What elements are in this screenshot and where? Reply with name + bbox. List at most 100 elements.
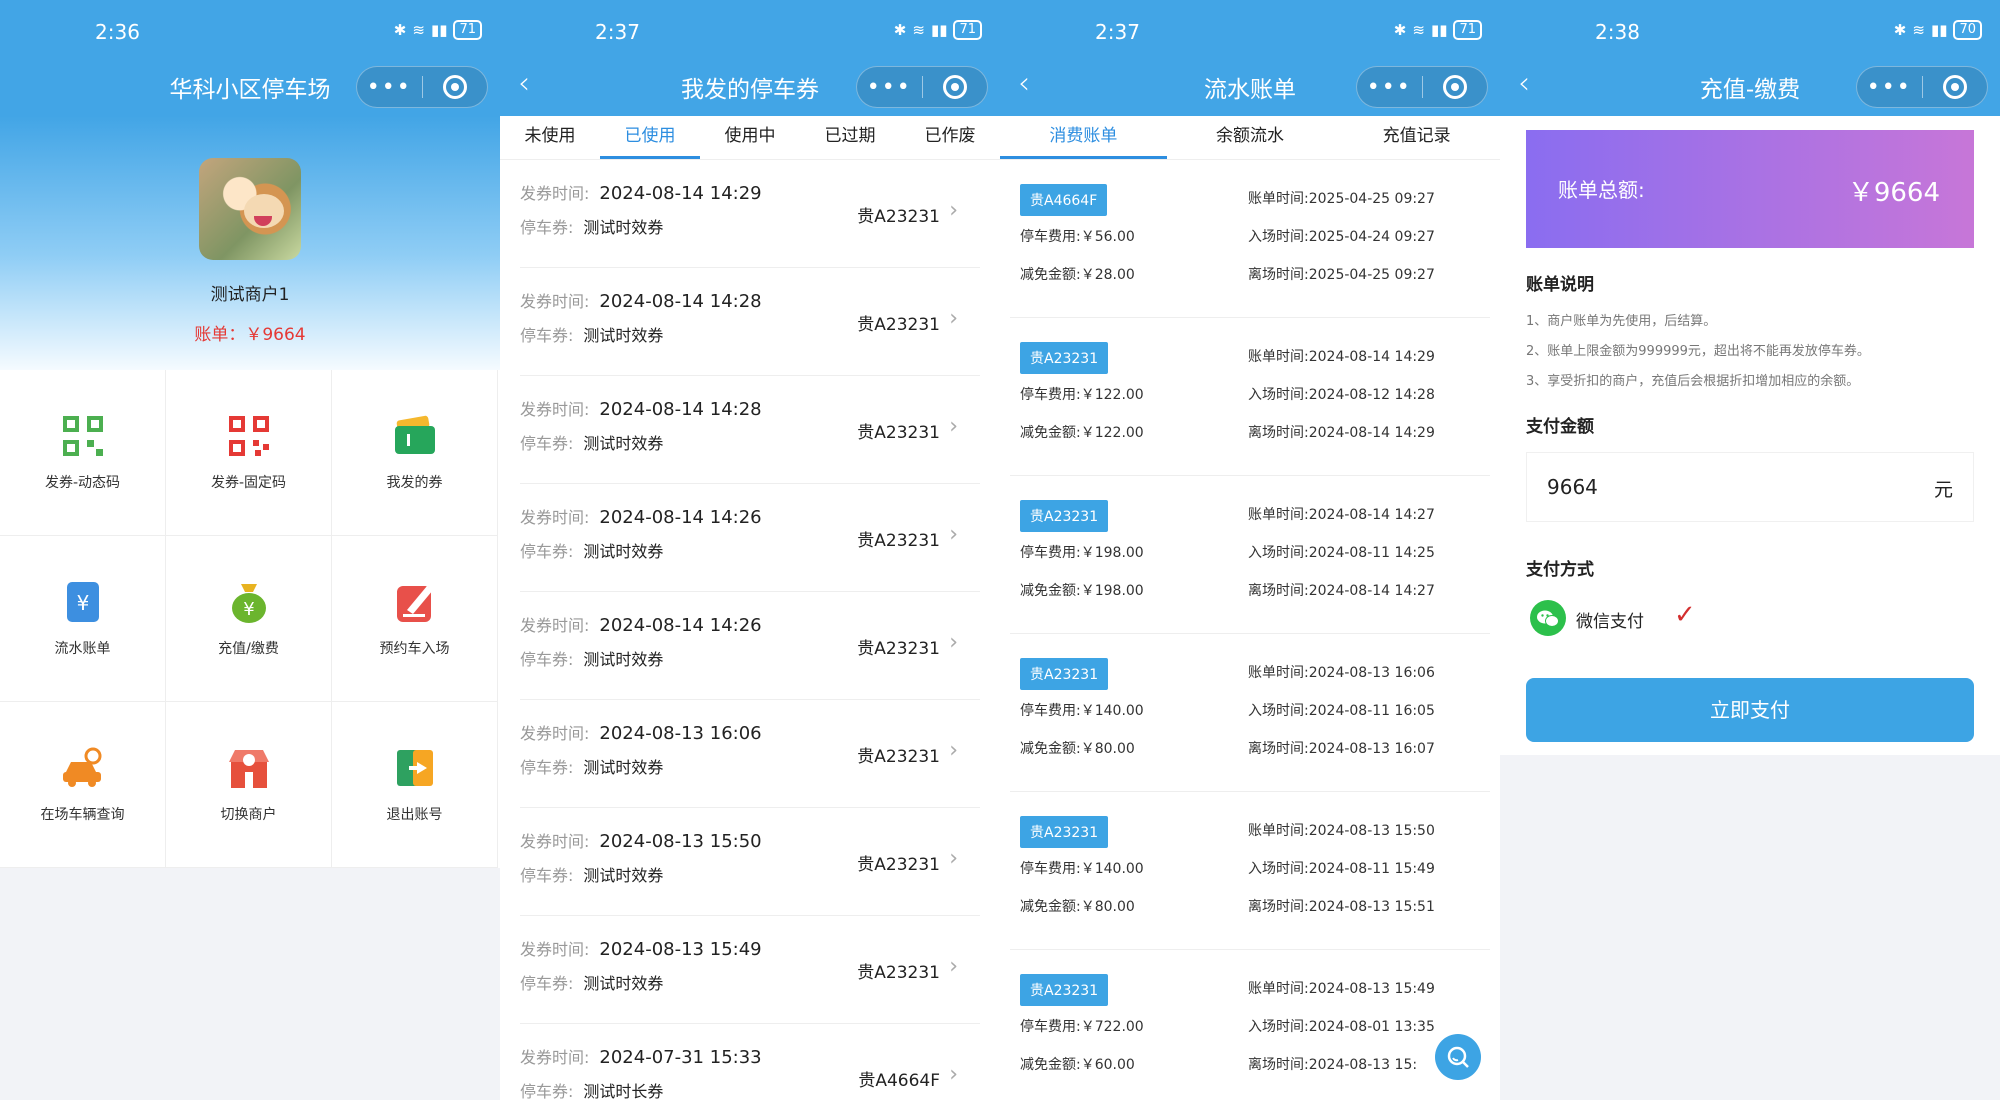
bill-total-card: 账单总额: ￥9664 [1526, 130, 1974, 248]
chevron-right-icon: › [949, 198, 958, 223]
ledger-row[interactable]: 贵A23231 停车费用:￥198.00 减免金额:￥198.00 账单时间:2024… [1010, 476, 1490, 634]
vouchers-screen: 2:37 ✱ ≋ ▮▮ 71 ‹ 我发的停车券 ••• 未使用 已使用 使用中 已过期 已作废… [500, 0, 1000, 1100]
fee-value: ￥722.00 [1080, 1019, 1144, 1035]
menu-item-money-bag[interactable]: ¥ 充值/缴费 [166, 536, 332, 702]
ledger-discount: 减免金额:￥80.00 [1020, 738, 1135, 758]
menu-item-bill[interactable]: ¥ 流水账单 [0, 536, 166, 702]
list-item[interactable]: 发券时间: 2024-08-13 16:06 停车券: 测试时效券 贵A23231 › [520, 700, 980, 808]
issue-time: 发券时间: 2024-08-14 14:28 [520, 288, 762, 312]
out-time-value: 2024-08-13 15: [1308, 1057, 1418, 1073]
bill-label: 账单： [194, 325, 246, 345]
tab-1[interactable]: 余额流水 [1167, 116, 1334, 159]
method-title: 支付方式 [1526, 560, 1594, 580]
out-time-label: 离场时间: [1248, 583, 1309, 599]
total-value: ￥9664 [1847, 178, 1940, 208]
mini-program-capsule[interactable]: ••• [856, 66, 988, 108]
wechat-pay-icon[interactable] [1530, 600, 1566, 636]
in-time-label: 入场时间: [1248, 1019, 1309, 1035]
ledger-bill-time: 账单时间:2024-08-13 15:50 [1248, 820, 1435, 840]
menu-item-reserve[interactable]: 预约车入场 [332, 536, 498, 702]
out-time-value: 2024-08-14 14:27 [1308, 583, 1435, 599]
discount-label: 减免金额: [1020, 583, 1081, 599]
tab-2[interactable]: 使用中 [700, 116, 800, 159]
mini-program-capsule[interactable]: ••• [1356, 66, 1488, 108]
list-item[interactable]: 发券时间: 2024-08-14 14:26 停车券: 测试时效券 贵A23231 › [520, 484, 980, 592]
ledger-screen: 2:37 ✱ ≋ ▮▮ 71 ‹ 流水账单 ••• 消费账单 余额流水 充值记录 贵A46… [1000, 0, 1500, 1100]
list-item[interactable]: 发券时间: 2024-08-14 14:28 停车券: 测试时效券 贵A23231 › [520, 376, 980, 484]
close-miniprogram-icon[interactable] [423, 75, 488, 99]
bill-summary: 账单：￥9664 [0, 320, 500, 345]
menu-item-qr-fixed[interactable]: 发券-固定码 [166, 370, 332, 536]
voucher-type-value: 测试时效券 [583, 650, 664, 669]
menu-item-logout[interactable]: 退出账号 [332, 702, 498, 868]
voucher-type-value: 测试时效券 [583, 866, 664, 885]
amount-field[interactable]: 9664 元 [1526, 452, 1974, 522]
tab-0[interactable]: 未使用 [500, 116, 600, 159]
more-icon[interactable]: ••• [1357, 75, 1422, 100]
bill-value: ￥9664 [245, 325, 306, 345]
plate-number: 贵A23231 [857, 747, 940, 767]
voucher-type-label: 停车券: [520, 542, 574, 561]
ledger-fee: 停车费用:￥198.00 [1020, 542, 1144, 562]
ledger-row[interactable]: 贵A23231 停车费用:￥140.00 减免金额:￥80.00 账单时间:2024-… [1010, 634, 1490, 792]
amount-value[interactable]: 9664 [1547, 475, 1598, 499]
pay-now-button[interactable]: 立即支付 [1526, 678, 1974, 742]
chevron-right-icon: › [949, 954, 958, 979]
ledger-in-time: 入场时间:2024-08-11 14:25 [1248, 542, 1435, 562]
search-float-button[interactable] [1435, 1034, 1481, 1080]
discount-value: ￥198.00 [1080, 583, 1144, 599]
more-icon[interactable]: ••• [1857, 75, 1922, 100]
list-item[interactable]: 发券时间: 2024-07-31 15:33 停车券: 测试时长券 贵A4664F › [520, 1024, 980, 1100]
in-time-label: 入场时间: [1248, 387, 1309, 403]
discount-value: ￥80.00 [1080, 741, 1135, 757]
tab-4[interactable]: 已作废 [900, 116, 1000, 159]
tab-3[interactable]: 已过期 [800, 116, 900, 159]
voucher-type-label: 停车券: [520, 758, 574, 777]
menu-item-ticket[interactable]: 我发的券 [332, 370, 498, 536]
fee-value: ￥198.00 [1080, 545, 1144, 561]
list-item[interactable]: 发券时间: 2024-08-14 14:28 停车券: 测试时效券 贵A23231 › [520, 268, 980, 376]
close-miniprogram-icon[interactable] [923, 75, 988, 99]
voucher-type-label: 停车券: [520, 218, 574, 237]
signal-icon: ▮▮ [1430, 21, 1448, 39]
ledger-tabs: 消费账单 余额流水 充值记录 [1000, 116, 1500, 160]
tab-2[interactable]: 充值记录 [1333, 116, 1500, 159]
issue-time-label: 发券时间: [520, 1048, 590, 1067]
mini-program-capsule[interactable]: ••• [356, 66, 488, 108]
close-miniprogram-icon[interactable] [1923, 75, 1988, 99]
wechat-pay-label[interactable]: 微信支付 [1576, 607, 1644, 632]
tab-0[interactable]: 消费账单 [1000, 116, 1167, 159]
list-item[interactable]: 发券时间: 2024-08-13 15:49 停车券: 测试时效券 贵A23231 › [520, 916, 980, 1024]
status-icons: ✱ ≋ ▮▮ 71 [394, 20, 482, 40]
out-time-label: 离场时间: [1248, 1057, 1309, 1073]
issue-time-label: 发券时间: [520, 724, 590, 743]
more-icon[interactable]: ••• [357, 75, 422, 100]
plate-number: 贵A23231 [857, 531, 940, 551]
ledger-row[interactable]: 贵A23231 停车费用:￥722.00 减免金额:￥60.00 账单时间:2024-… [1010, 950, 1490, 1100]
list-item[interactable]: 发券时间: 2024-08-14 14:26 停车券: 测试时效券 贵A23231 › [520, 592, 980, 700]
ledger-discount: 减免金额:￥198.00 [1020, 580, 1144, 600]
more-icon[interactable]: ••• [857, 75, 922, 100]
desc-line: 3、享受折扣的商户，充值后会根据折扣增加相应的余额。 [1526, 374, 1860, 389]
chevron-right-icon: › [949, 630, 958, 655]
voucher-type-label: 停车券: [520, 434, 574, 453]
list-item[interactable]: 发券时间: 2024-08-14 14:29 停车券: 测试时效券 贵A23231 › [520, 160, 980, 268]
fee-label: 停车费用: [1020, 861, 1081, 877]
ticket-icon [393, 414, 437, 458]
bill-icon: ¥ [61, 580, 105, 624]
out-time-label: 离场时间: [1248, 425, 1309, 441]
menu-item-shop[interactable]: 切换商户 [166, 702, 332, 868]
bill-time-label: 账单时间: [1248, 981, 1309, 997]
list-item[interactable]: 发券时间: 2024-08-13 15:50 停车券: 测试时效券 贵A23231 › [520, 808, 980, 916]
ledger-in-time: 入场时间:2024-08-12 14:28 [1248, 384, 1435, 404]
battery-icon: 71 [1453, 20, 1482, 40]
menu-item-car-search[interactable]: 在场车辆查询 [0, 702, 166, 868]
total-label: 账单总额: [1558, 178, 1645, 202]
ledger-row[interactable]: 贵A23231 停车费用:￥122.00 减免金额:￥122.00 账单时间:2024… [1010, 318, 1490, 476]
ledger-row[interactable]: 贵A23231 停车费用:￥140.00 减免金额:￥80.00 账单时间:2024-… [1010, 792, 1490, 950]
menu-item-qr-dynamic[interactable]: 发券-动态码 [0, 370, 166, 536]
mini-program-capsule[interactable]: ••• [1856, 66, 1988, 108]
ledger-row[interactable]: 贵A4664F 停车费用:￥56.00 减免金额:￥28.00 账单时间:2025-0… [1010, 160, 1490, 318]
close-miniprogram-icon[interactable] [1423, 75, 1488, 99]
tab-1[interactable]: 已使用 [600, 116, 700, 159]
